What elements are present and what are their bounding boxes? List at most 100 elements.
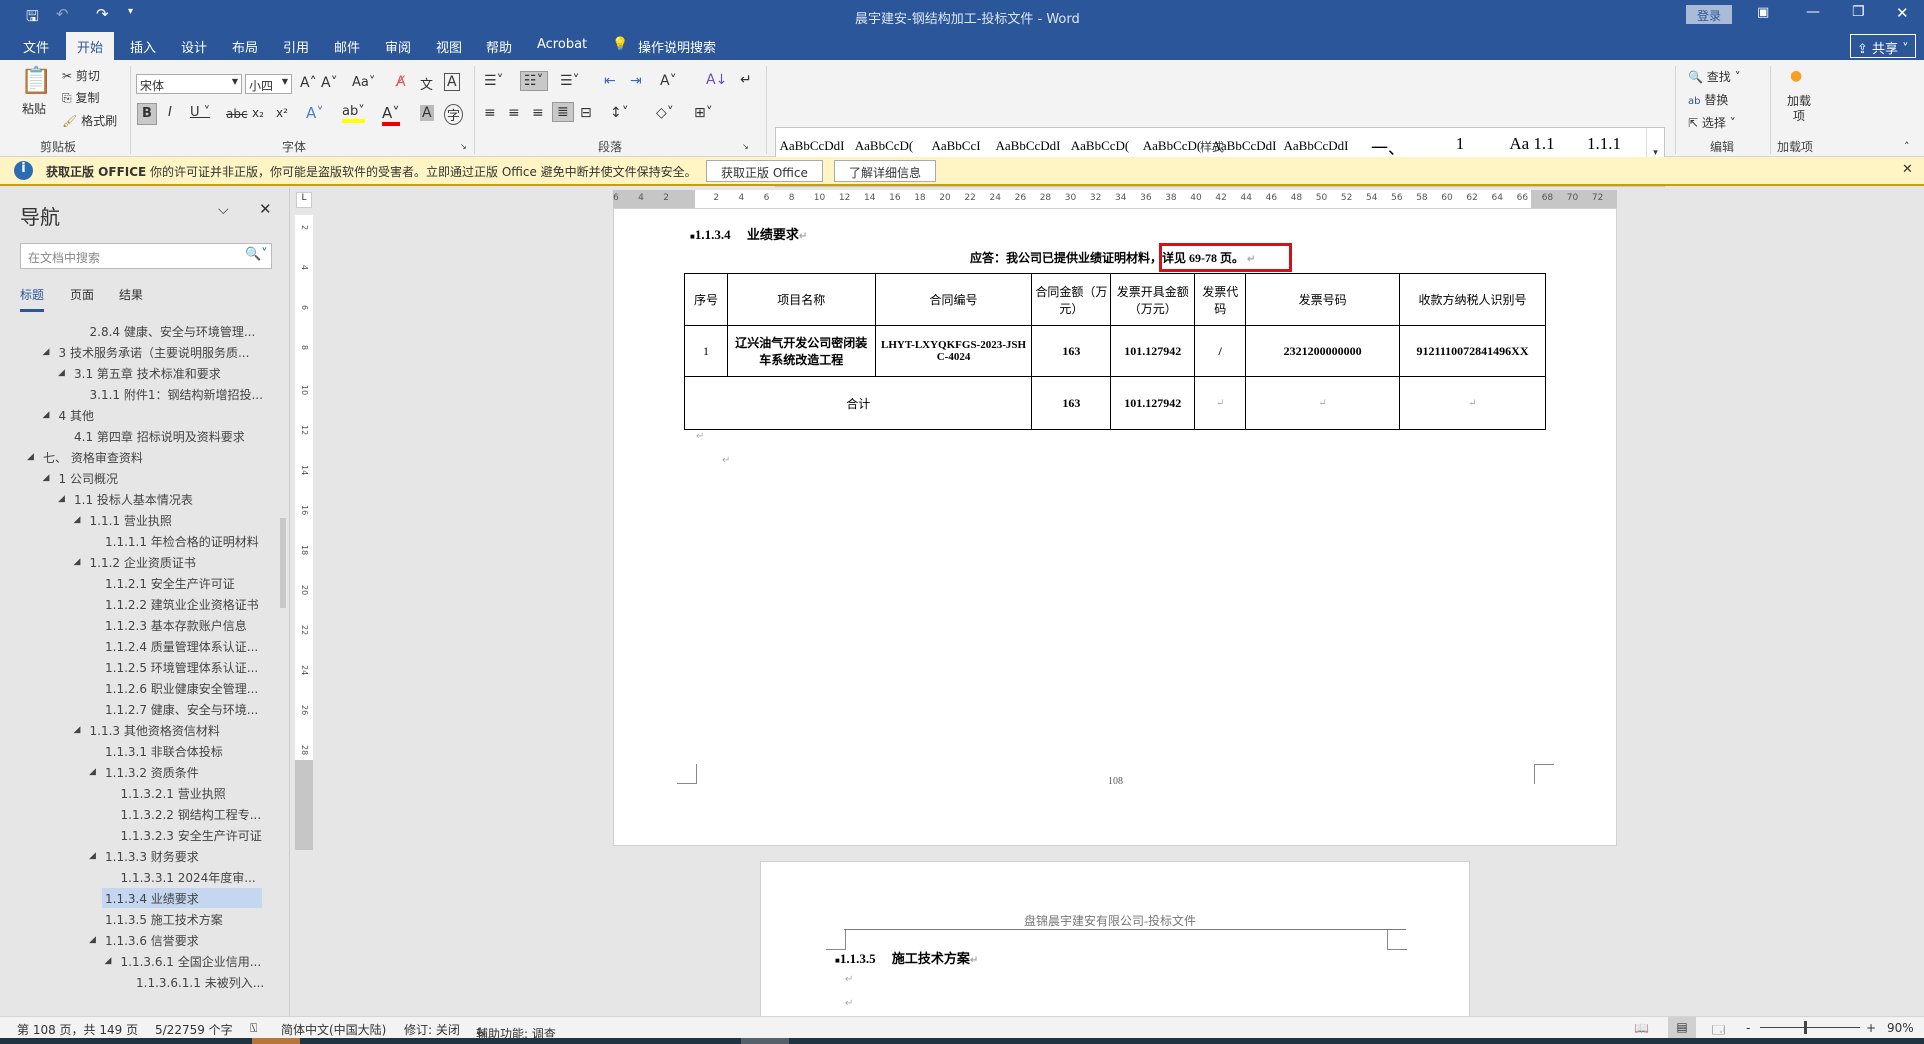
nav-heading-item[interactable]: 2.8.4 健康、安全与环境管理...	[87, 321, 259, 341]
expand-collapse-icon[interactable]: ◢	[58, 368, 65, 378]
cut-button[interactable]: ✂ 剪切	[62, 67, 100, 84]
nav-search-input[interactable]: 在文档中搜索 🔍˅	[20, 243, 272, 269]
get-genuine-button[interactable]: 获取正版 Office	[706, 160, 823, 182]
tab-layout[interactable]: 布局	[232, 37, 258, 56]
nav-heading-item[interactable]: 1.1.3.3.1 2024年度审...	[118, 867, 259, 887]
expand-collapse-icon[interactable]: ◢	[74, 557, 81, 567]
zoom-slider[interactable]	[1760, 1027, 1860, 1028]
nav-heading-item[interactable]: 1.1.2.7 健康、安全与环境...	[102, 699, 261, 719]
nav-tab-pages[interactable]: 页面	[70, 286, 94, 303]
align-right-icon[interactable]: ≡	[532, 105, 544, 121]
multilevel-list-icon[interactable]: ☰˅	[560, 73, 580, 89]
underline-button[interactable]: U ˅	[190, 105, 210, 120]
shading-icon[interactable]: ◇˅	[656, 105, 674, 121]
print-layout-icon[interactable]: ▤	[1668, 1017, 1696, 1038]
nav-tab-results[interactable]: 结果	[119, 286, 143, 303]
bold-button[interactable]: B	[137, 103, 157, 125]
redo-icon[interactable]: ↷	[96, 5, 109, 23]
italic-button[interactable]: I	[168, 105, 172, 120]
nav-heading-item[interactable]: 1.1.3.1 非联合体投标	[102, 741, 226, 761]
chinese-layout-icon[interactable]: A˅	[660, 73, 677, 89]
nav-heading-item[interactable]: 1.1.3.2.3 安全生产许可证	[118, 825, 265, 845]
proofing-icon[interactable]: ⍂	[250, 1021, 257, 1036]
nav-close-icon[interactable]: ✕	[259, 200, 272, 218]
nav-heading-item[interactable]: 1.1.3.2 资质条件	[102, 762, 202, 782]
nav-heading-item[interactable]: 1.1.3.6.1 全国企业信用...	[118, 951, 265, 971]
line-spacing-icon[interactable]: ↕˅	[610, 105, 629, 121]
expand-collapse-icon[interactable]: ◢	[105, 956, 112, 966]
nav-heading-item[interactable]: 1.1.3.2.2 钢结构工程专...	[118, 804, 265, 824]
save-icon[interactable]: 🖫	[26, 6, 39, 31]
paragraph-dialog-launcher[interactable]: ↘	[742, 142, 749, 151]
nav-heading-item[interactable]: 1.1.3.4 业绩要求	[102, 888, 262, 908]
page-count[interactable]: 第 108 页，共 149 页	[17, 1021, 138, 1038]
nav-heading-item[interactable]: 1.1.3.3 财务要求	[102, 846, 202, 866]
char-border-icon[interactable]: A	[444, 73, 460, 91]
increase-indent-icon[interactable]: ⇥	[630, 73, 642, 89]
restore-icon[interactable]: ❐	[1852, 4, 1865, 20]
customize-icon[interactable]: ▾	[128, 6, 133, 17]
sort-icon[interactable]: A↓	[706, 72, 727, 88]
search-icon[interactable]: 🔍˅	[245, 247, 268, 262]
font-name-select[interactable]: 宋体 ▼	[136, 74, 242, 94]
expand-collapse-icon[interactable]: ◢	[74, 515, 81, 525]
select-button[interactable]: ⇱ 选择 ˅	[1688, 114, 1736, 131]
distribute-icon[interactable]: ⊟	[580, 105, 592, 121]
expand-collapse-icon[interactable]: ◢	[43, 410, 50, 420]
show-marks-icon[interactable]: ↵	[740, 72, 752, 88]
align-left-icon[interactable]: ≡	[484, 105, 496, 121]
expand-collapse-icon[interactable]: ◢	[89, 767, 96, 777]
font-size-select[interactable]: 小四 ▼	[245, 74, 292, 94]
nav-heading-item[interactable]: 七、 资格审查资料	[40, 447, 146, 467]
nav-heading-item[interactable]: 3.1.1 附件1：钢结构新增招投...	[87, 384, 266, 404]
nav-heading-item[interactable]: 3.1 第五章 技术标准和要求	[71, 363, 224, 383]
zoom-level[interactable]: 90%	[1887, 1021, 1914, 1035]
read-mode-icon[interactable]: 📖	[1634, 1021, 1649, 1035]
paste-button[interactable]: 粘贴	[22, 100, 46, 117]
zoom-out-button[interactable]: -	[1746, 1021, 1750, 1035]
nav-heading-item[interactable]: 3 技术服务承诺（主要说明服务质...	[56, 342, 253, 362]
nav-heading-item[interactable]: 1.1.3.6 信誉要求	[102, 930, 202, 950]
nav-heading-item[interactable]: 1.1.2 企业资质证书	[87, 552, 199, 572]
text-effects-icon[interactable]: A˅	[306, 104, 324, 122]
decrease-indent-icon[interactable]: ⇤	[604, 73, 616, 89]
nav-heading-item[interactable]: 1 公司概况	[56, 468, 121, 488]
replace-button[interactable]: ab 替换	[1688, 91, 1728, 108]
nav-heading-item[interactable]: 1.1.1 营业执照	[87, 510, 175, 530]
grow-font-icon[interactable]: A˄ A˅	[300, 75, 338, 91]
nav-heading-item[interactable]: 1.1.2.5 环境管理体系认证...	[102, 657, 261, 677]
close-message-icon[interactable]: ✕	[1902, 162, 1913, 177]
horizontal-ruler[interactable]: 6 4 2 2 4 6 8 10 12 14 16 18 20 22 24 26 28 30 32 34 36 38 40 4…	[613, 190, 1617, 208]
nav-heading-item[interactable]: 1.1.3.6.1.1 未被列入...	[133, 972, 267, 992]
minimize-icon[interactable]: —	[1806, 4, 1820, 20]
tab-review[interactable]: 审阅	[385, 37, 411, 56]
justify-icon[interactable]: ≣	[552, 102, 574, 122]
paste-icon[interactable]: 📋	[20, 66, 52, 96]
clear-format-icon[interactable]: A̸	[396, 74, 406, 90]
highlight-icon[interactable]: ab˅	[342, 104, 365, 123]
copy-button[interactable]: ⎘ 复制	[62, 89, 99, 106]
expand-collapse-icon[interactable]: ◢	[58, 494, 65, 504]
nav-heading-item[interactable]: 1.1.3.5 施工技术方案	[102, 909, 226, 929]
borders-icon[interactable]: ⊞˅	[694, 105, 713, 121]
char-shading-icon[interactable]: A	[420, 105, 434, 121]
nav-scrollbar[interactable]	[280, 518, 286, 608]
expand-collapse-icon[interactable]: ◢	[74, 725, 81, 735]
nav-heading-item[interactable]: 4 其他	[56, 405, 97, 425]
tab-selector[interactable]: L	[296, 192, 312, 208]
document-page-109[interactable]: 盘锦晨宇建安有限公司-投标文件 ■1.1.3.5 施工技术方案↵ ↵ ↵	[760, 861, 1470, 1021]
signin-button[interactable]: 登录	[1686, 5, 1732, 24]
undo-icon[interactable]: ↶	[56, 5, 69, 23]
zoom-in-button[interactable]: +	[1866, 1021, 1876, 1035]
font-color-icon[interactable]: A˅	[382, 104, 400, 126]
nav-heading-item[interactable]: 1.1.2.2 建筑业企业资格证书	[102, 594, 262, 614]
tab-acrobat[interactable]: Acrobat	[537, 37, 587, 52]
nav-heading-item[interactable]: 1.1.2.4 质量管理体系认证...	[102, 636, 261, 656]
tab-view[interactable]: 视图	[436, 37, 462, 56]
nav-heading-item[interactable]: 1.1.3.2.1 营业执照	[118, 783, 229, 803]
tab-insert[interactable]: 插入	[130, 37, 156, 56]
nav-heading-item[interactable]: 1.1.2.1 安全生产许可证	[102, 573, 238, 593]
tab-mailings[interactable]: 邮件	[334, 37, 360, 56]
find-button[interactable]: 🔍 查找 ˅	[1688, 68, 1741, 85]
tell-me-search[interactable]: 操作说明搜索	[638, 37, 716, 56]
